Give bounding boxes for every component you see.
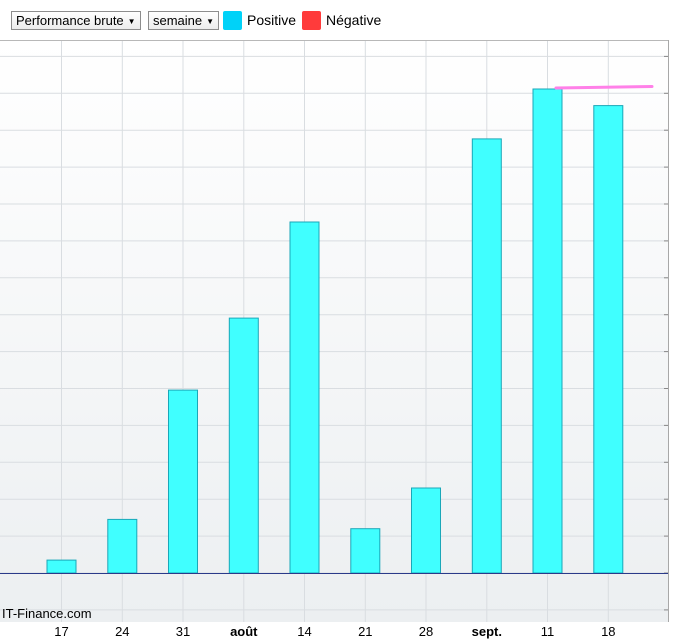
bar-21[interactable] [350,528,381,574]
bar-17[interactable] [46,559,77,574]
x-tick-label: 18 [601,624,615,639]
bar-chart: 17 24 31 août 14 21 28 sept. 11 18 IT-Finance.com [0,40,669,639]
x-axis-labels: 17 24 31 août 14 21 28 sept. 11 18 [54,624,615,639]
plot-background [0,40,668,622]
watermark: IT-Finance.com [2,606,92,621]
x-tick-label: sept. [472,624,502,639]
annotation-line [554,85,654,90]
x-tick-label: 31 [176,624,190,639]
bar-28[interactable] [411,487,441,574]
bar-sept[interactable] [471,138,502,574]
bar-aot[interactable] [228,317,259,574]
bar-24[interactable] [107,518,138,574]
bar-11[interactable] [532,88,563,574]
bar-18[interactable] [593,105,624,574]
x-tick-label: 11 [541,624,555,639]
x-tick-label: 17 [54,624,68,639]
x-tick-label: août [230,624,258,639]
x-tick-label: 24 [115,624,129,639]
bar-31[interactable] [168,389,198,574]
x-tick-label: 14 [297,624,311,639]
bar-14[interactable] [289,221,320,574]
x-tick-label: 21 [358,624,372,639]
x-tick-label: 28 [419,624,433,639]
chart-area: 17 24 31 août 14 21 28 sept. 11 18 IT-Finance.com [0,0,674,639]
